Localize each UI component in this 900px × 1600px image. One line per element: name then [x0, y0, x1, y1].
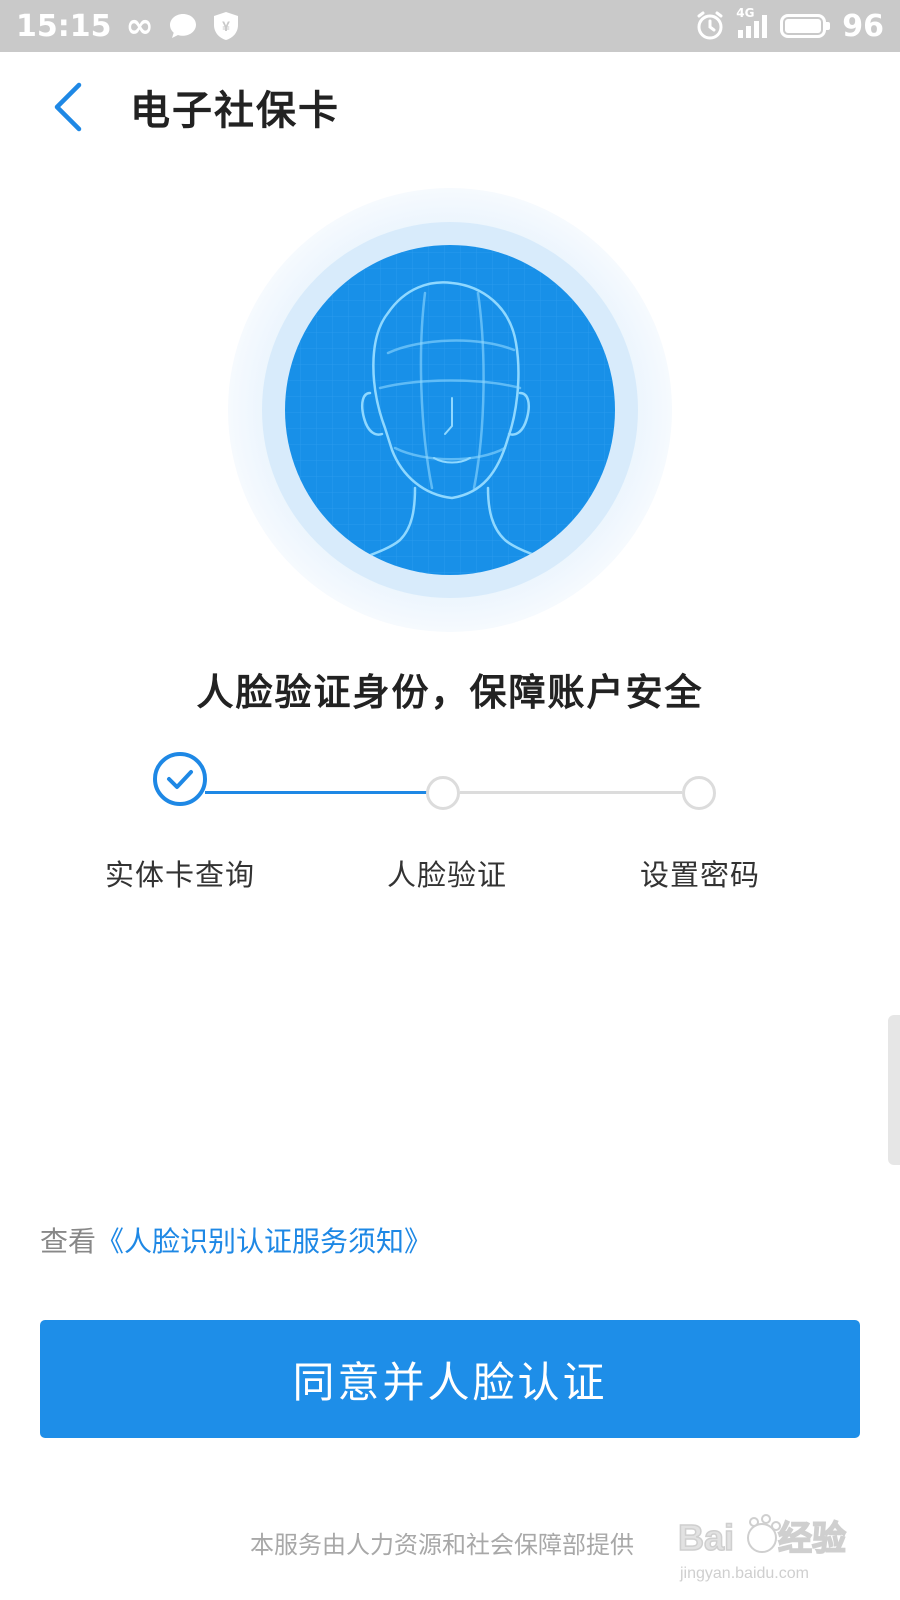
step-connector-1 — [205, 791, 427, 794]
svg-text:jingyan.baidu.com: jingyan.baidu.com — [679, 1565, 809, 1582]
terms-line: 查看《人脸识别认证服务须知》 — [40, 1220, 432, 1260]
step-label-1: 实体卡查询 — [104, 858, 256, 892]
page-title: 电子社保卡 — [130, 88, 340, 134]
status-bar-right: 4G 96 — [694, 6, 884, 44]
scroll-handle[interactable] — [888, 1015, 900, 1165]
agree-face-auth-button[interactable]: 同意并人脸认证 — [40, 1320, 860, 1438]
headline: 人脸验证身份，保障账户安全 — [196, 671, 704, 714]
terms-prefix: 查看 — [40, 1225, 97, 1258]
chat-bubble-icon — [168, 12, 198, 40]
status-time: 15:15 — [16, 8, 112, 44]
wallet-shield-icon: ¥ — [212, 11, 240, 41]
terms-link[interactable]: 《人脸识别认证服务须知》 — [96, 1225, 432, 1258]
app-header: 电子社保卡 — [0, 52, 900, 162]
status-bar-left: 15:15 ∞ ¥ — [16, 6, 240, 46]
footer-note: 本服务由人力资源和社会保障部提供 — [250, 1531, 634, 1559]
svg-text:经验: 经验 — [778, 1519, 846, 1558]
step-label-3: 设置密码 — [639, 858, 761, 892]
screen: 15:15 ∞ ¥ 4G 96 电子社保卡 人脸验证身份，保障账户安全 实体卡查… — [0, 0, 900, 1600]
infinity-icon: ∞ — [125, 6, 154, 46]
step-3-pending-icon — [682, 776, 716, 810]
baidu-jingyan-watermark: Bai 经验 jingyan.baidu.com — [676, 1508, 876, 1588]
battery-icon — [780, 14, 831, 38]
step-label-2: 人脸验证 — [386, 858, 508, 892]
svg-text:Bai: Bai — [678, 1517, 734, 1558]
alarm-icon — [694, 10, 726, 42]
chevron-left-icon — [54, 82, 82, 132]
signal-icon: 4G — [736, 6, 770, 40]
status-bar: 15:15 ∞ ¥ 4G 96 — [0, 0, 900, 52]
battery-percent: 96 — [842, 8, 884, 44]
back-button[interactable] — [28, 67, 108, 147]
step-1-done-icon — [153, 752, 207, 806]
step-2-pending-icon — [426, 776, 460, 810]
face-scan-illustration — [220, 188, 680, 648]
step-connector-2 — [460, 791, 682, 794]
network-type: 4G — [736, 6, 755, 20]
svg-text:¥: ¥ — [222, 18, 230, 34]
